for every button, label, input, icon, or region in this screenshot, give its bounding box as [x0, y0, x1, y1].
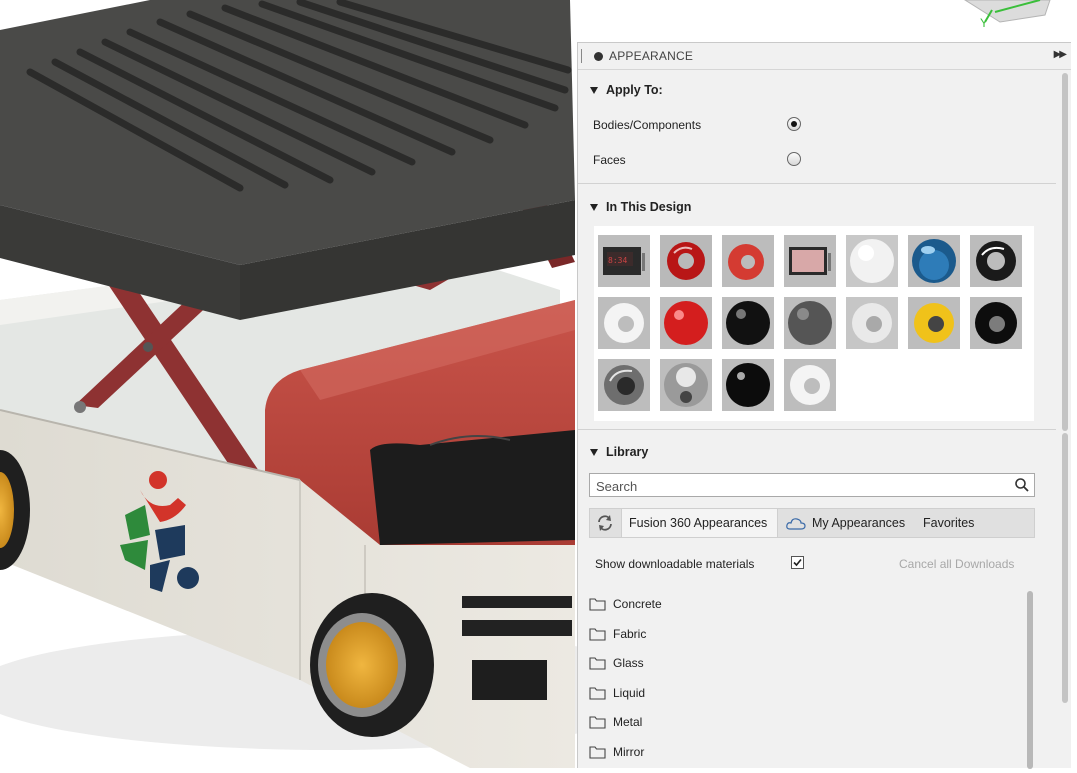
show-downloadable-label: Show downloadable materials	[595, 557, 755, 571]
folder-icon	[589, 687, 606, 700]
library-search-input[interactable]	[594, 475, 1008, 497]
folder-label: Metal	[613, 715, 643, 729]
folder-label: Fabric	[613, 627, 647, 641]
bodies-components-radio[interactable]	[787, 117, 801, 131]
folder-label: Glass	[613, 656, 644, 670]
swatch-white-sphere[interactable]	[846, 235, 898, 287]
tab-fusion-360-appearances[interactable]: Fusion 360 Appearances	[621, 509, 778, 537]
swatch-steel-torus[interactable]	[598, 359, 650, 411]
cancel-all-downloads-link[interactable]: Cancel all Downloads	[899, 557, 1014, 571]
swatch-blue-glass-sphere[interactable]	[908, 235, 960, 287]
folder-icon	[589, 628, 606, 641]
apply-to-heading: Apply To:	[606, 83, 663, 97]
expand-arrows-icon[interactable]: ▶▶	[1054, 49, 1067, 60]
folder-metal[interactable]: Metal	[589, 711, 642, 733]
swatch-black-gloss-sphere[interactable]	[722, 359, 774, 411]
tab-favorites[interactable]: Favorites	[923, 509, 974, 537]
show-downloadable-checkbox[interactable]	[791, 556, 804, 569]
swatch-black-sphere[interactable]	[722, 297, 774, 349]
swatch-red-torus-matte[interactable]	[722, 235, 774, 287]
apply-to-section-toggle[interactable]: Apply To:	[590, 83, 663, 97]
viewcube[interactable]	[964, 0, 1051, 23]
folder-label: Concrete	[613, 597, 662, 611]
panel-scrollbar-lower[interactable]	[1062, 433, 1068, 703]
library-section-toggle[interactable]: Library	[590, 445, 648, 459]
swatch-pink-screen-device[interactable]	[784, 235, 836, 287]
swatch-red-sphere[interactable]	[660, 297, 712, 349]
design-appearance-grid: 8:34	[594, 226, 1034, 421]
folder-icon	[589, 657, 606, 670]
swatch-yellow-torus[interactable]	[908, 297, 960, 349]
folder-label: Mirror	[613, 745, 645, 759]
collapse-triangle-icon	[590, 203, 598, 211]
panel-header[interactable]: APPEARANCE ▶▶	[578, 43, 1071, 70]
faces-label: Faces	[593, 153, 626, 167]
appearance-panel: APPEARANCE ▶▶ Apply To: Bodies/Component…	[577, 42, 1071, 769]
swatch-black-torus[interactable]	[970, 297, 1022, 349]
in-this-design-section-toggle[interactable]: In This Design	[590, 200, 691, 214]
panel-scrollbar-upper[interactable]	[1062, 73, 1068, 431]
viewcube-axis-label: Y	[980, 16, 989, 30]
folder-label: Liquid	[613, 686, 646, 700]
swatch-black-chrome-torus[interactable]	[970, 235, 1022, 287]
in-this-design-heading: In This Design	[606, 200, 692, 214]
tab-my-appearances[interactable]: My Appearances	[812, 509, 905, 537]
folder-mirror[interactable]: Mirror	[589, 741, 644, 763]
folder-liquid[interactable]: Liquid	[589, 682, 645, 704]
folder-icon	[589, 598, 606, 611]
folder-fabric[interactable]: Fabric	[589, 623, 646, 645]
search-icon[interactable]	[1014, 477, 1030, 493]
refresh-icon[interactable]	[596, 514, 614, 532]
checkmark-icon	[793, 558, 802, 567]
folder-icon	[589, 746, 606, 759]
folder-glass[interactable]: Glass	[589, 652, 644, 674]
library-search-box[interactable]	[589, 473, 1035, 497]
section-divider	[578, 429, 1056, 430]
swatch-white-torus[interactable]	[598, 297, 650, 349]
folder-concrete[interactable]: Concrete	[589, 593, 662, 615]
library-heading: Library	[606, 445, 649, 459]
swatch-red-torus-gloss[interactable]	[660, 235, 712, 287]
library-scrollbar[interactable]	[1027, 591, 1033, 769]
swatch-white-gray-torus[interactable]	[846, 297, 898, 349]
swatch-screen-device[interactable]: 8:34	[598, 235, 650, 287]
drag-grip-icon[interactable]	[581, 49, 585, 63]
folder-icon	[589, 716, 606, 729]
collapse-triangle-icon	[590, 86, 598, 94]
faces-radio[interactable]	[787, 152, 801, 166]
svg-text:8:34: 8:34	[608, 256, 627, 265]
panel-title: APPEARANCE	[609, 49, 694, 63]
swatch-chrome-sphere[interactable]	[660, 359, 712, 411]
cloud-icon	[786, 518, 806, 530]
bodies-components-label: Bodies/Components	[593, 118, 702, 132]
swatch-dark-gray-sphere[interactable]	[784, 297, 836, 349]
collapse-triangle-icon	[590, 448, 598, 456]
section-divider	[578, 183, 1056, 184]
library-tabs: Fusion 360 Appearances My Appearances Fa…	[589, 508, 1035, 538]
collapse-dot-icon[interactable]	[594, 51, 603, 61]
swatch-white-torus-2[interactable]	[784, 359, 836, 411]
